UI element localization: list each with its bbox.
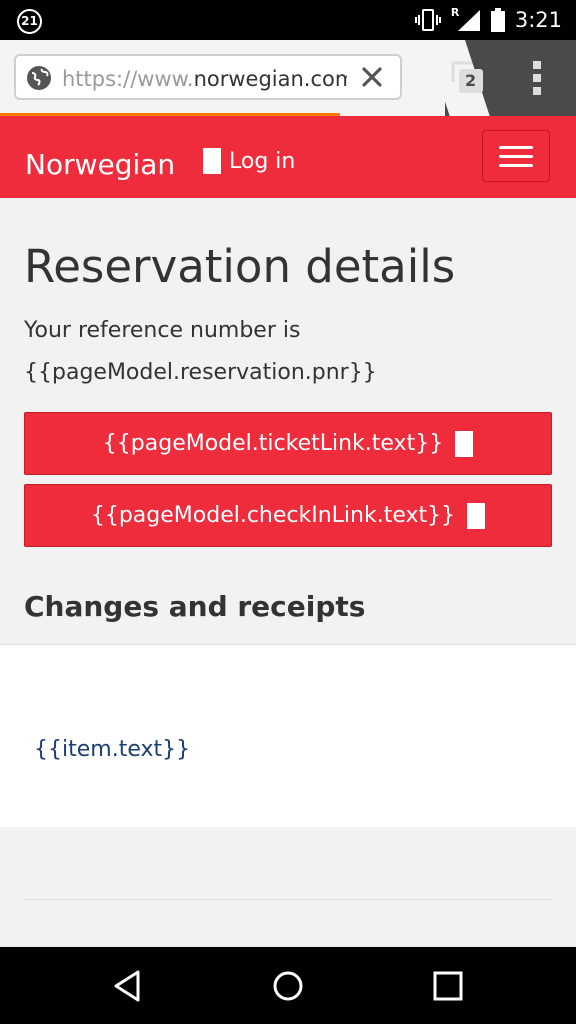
reference-intro: Your reference number is <box>24 318 301 343</box>
receipt-item-link[interactable]: {{item.text}} <box>34 737 190 762</box>
signal-indicator: R <box>450 6 481 32</box>
recents-icon[interactable] <box>431 969 465 1003</box>
tab-switcher-button[interactable]: 2 <box>450 60 486 96</box>
battery-icon <box>490 8 505 32</box>
reference-number: {{pageModel.reservation.pnr}} <box>24 360 377 385</box>
android-nav-bar <box>0 947 576 1024</box>
login-icon <box>203 148 221 174</box>
site-header: Norwegian Log in <box>0 116 576 198</box>
login-link[interactable]: Log in <box>203 146 295 176</box>
login-label: Log in <box>229 148 296 174</box>
clock: 3:21 <box>514 8 562 32</box>
hamburger-icon-bar <box>499 155 533 158</box>
ticket-button-label: {{pageModel.ticketLink.text}} <box>102 431 444 456</box>
back-icon[interactable] <box>112 969 146 1003</box>
status-bar: 21 R 3:21 <box>0 0 576 40</box>
ticket-button[interactable]: {{pageModel.ticketLink.text}} <box>24 412 552 475</box>
url-text[interactable]: https://www.norwegian.com <box>62 66 347 92</box>
url-host: norwegian.com <box>193 67 347 91</box>
overflow-menu-icon[interactable] <box>529 60 545 96</box>
address-bar[interactable]: https://www.norwegian.com <box>14 54 402 100</box>
hamburger-icon-bar <box>499 164 533 167</box>
vibrate-icon <box>414 9 441 31</box>
status-icons: R 3:21 <box>414 6 562 34</box>
page-load-progress <box>0 113 340 116</box>
brand-logo[interactable]: Norwegian <box>25 148 175 181</box>
browser-toolbar: https://www.norwegian.com 2 <box>0 40 576 116</box>
checkin-button[interactable]: {{pageModel.checkInLink.text}} <box>24 484 552 547</box>
clear-icon[interactable] <box>360 65 384 89</box>
page-title: Reservation details <box>24 240 456 293</box>
notification-badge: 21 <box>17 9 42 34</box>
url-scheme: https://www. <box>62 67 194 91</box>
receipts-panel: {{item.text}} <box>0 644 576 827</box>
hamburger-menu-button[interactable] <box>482 130 550 182</box>
changes-section-title: Changes and receipts <box>24 590 366 623</box>
tab-count: 2 <box>465 71 477 90</box>
ticket-button-icon <box>455 430 474 457</box>
home-icon[interactable] <box>271 969 305 1003</box>
divider <box>24 899 552 900</box>
globe-icon <box>27 66 51 90</box>
checkin-button-label: {{pageModel.checkInLink.text}} <box>90 503 456 528</box>
hamburger-icon <box>499 146 533 149</box>
roaming-label: R <box>450 6 460 19</box>
checkin-button-icon <box>467 502 486 529</box>
